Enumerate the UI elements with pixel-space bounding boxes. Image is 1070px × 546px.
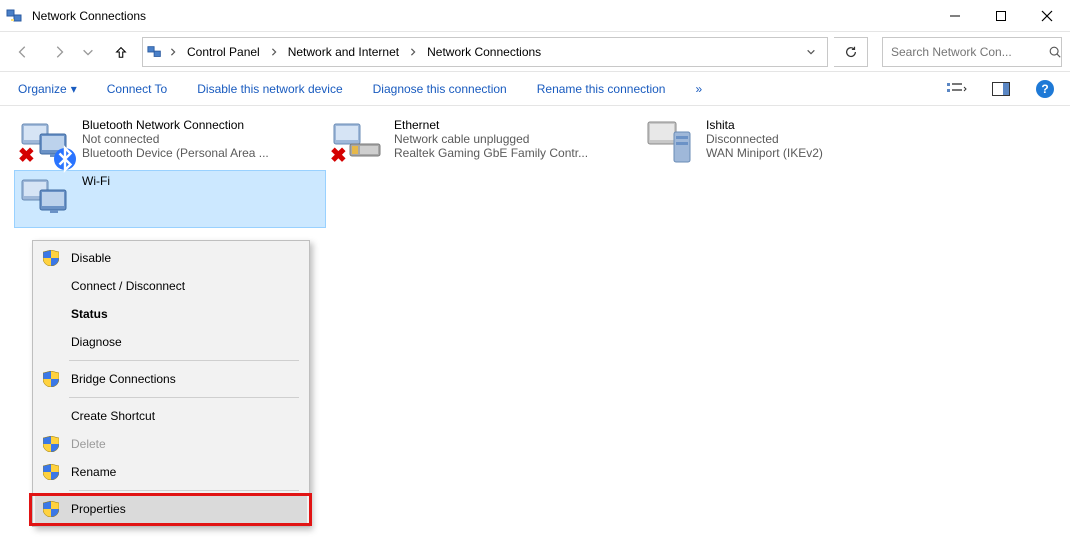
menu-item-status[interactable]: Status — [35, 300, 307, 328]
connection-status: Network cable unplugged — [394, 132, 588, 146]
help-button[interactable]: ? — [1030, 74, 1060, 104]
window-icon — [6, 7, 24, 25]
organize-menu[interactable]: Organize ▾ — [10, 78, 85, 100]
titlebar: Network Connections — [0, 0, 1070, 32]
menu-item-delete: Delete — [35, 430, 307, 458]
menu-item-diagnose[interactable]: Diagnose — [35, 328, 307, 356]
connection-item-vpn[interactable]: Ishita Disconnected WAN Miniport (IKEv2) — [638, 114, 950, 170]
maximize-button[interactable] — [978, 1, 1024, 31]
connection-item-ethernet[interactable]: ✖ Ethernet Network cable unplugged Realt… — [326, 114, 638, 170]
menu-item-shortcut[interactable]: Create Shortcut — [35, 402, 307, 430]
menu-separator — [69, 490, 299, 491]
connection-status: Disconnected — [706, 132, 823, 146]
connection-device: Bluetooth Device (Personal Area ... — [82, 146, 269, 160]
connection-name: Wi-Fi — [82, 174, 110, 188]
menu-item-disable[interactable]: Disable — [35, 244, 307, 272]
minimize-button[interactable] — [932, 1, 978, 31]
back-button[interactable] — [8, 37, 38, 67]
menu-item-connect[interactable]: Connect / Disconnect — [35, 272, 307, 300]
uac-shield-icon — [41, 371, 61, 387]
address-icon — [147, 44, 163, 60]
disable-device-button[interactable]: Disable this network device — [189, 78, 350, 100]
uac-shield-icon — [41, 250, 61, 266]
context-menu: Disable Connect / Disconnect Status Diag… — [32, 240, 310, 527]
window-title: Network Connections — [32, 9, 146, 23]
chevron-right-icon[interactable] — [407, 48, 419, 56]
network-icon — [20, 174, 72, 222]
chevron-right-icon[interactable] — [167, 48, 179, 56]
view-options-button[interactable] — [942, 74, 972, 104]
connection-item-bluetooth[interactable]: ✖ Bluetooth Network Connection Not conne… — [14, 114, 326, 170]
rename-connection-button[interactable]: Rename this connection — [529, 78, 674, 100]
uac-shield-icon — [41, 436, 61, 452]
address-dropdown[interactable] — [799, 47, 823, 57]
menu-item-bridge[interactable]: Bridge Connections — [35, 365, 307, 393]
menu-separator — [69, 397, 299, 398]
connection-name: Ethernet — [394, 118, 588, 132]
network-icon: ✖ — [332, 118, 384, 166]
connection-name: Bluetooth Network Connection — [82, 118, 269, 132]
bluetooth-icon — [54, 148, 76, 170]
network-icon — [644, 118, 696, 166]
connection-device: Realtek Gaming GbE Family Contr... — [394, 146, 588, 160]
connect-to-button[interactable]: Connect To — [99, 78, 176, 100]
search-icon[interactable] — [1048, 45, 1062, 59]
connection-item-wifi[interactable]: Wi-Fi — [14, 170, 326, 228]
breadcrumb-network-connections[interactable]: Network Connections — [423, 38, 545, 66]
chevron-right-icon[interactable] — [268, 48, 280, 56]
preview-pane-button[interactable] — [986, 74, 1016, 104]
forward-button[interactable] — [44, 37, 74, 67]
refresh-button[interactable] — [834, 37, 868, 67]
close-button[interactable] — [1024, 1, 1070, 31]
nav-bar: Control Panel Network and Internet Netwo… — [0, 32, 1070, 72]
address-bar[interactable]: Control Panel Network and Internet Netwo… — [142, 37, 828, 67]
menu-item-properties[interactable]: Properties — [35, 495, 307, 523]
menu-separator — [69, 360, 299, 361]
connection-name: Ishita — [706, 118, 823, 132]
diagnose-connection-button[interactable]: Diagnose this connection — [365, 78, 515, 100]
breadcrumb-network-internet[interactable]: Network and Internet — [284, 38, 403, 66]
window-buttons — [932, 1, 1070, 31]
command-bar: Organize ▾ Connect To Disable this netwo… — [0, 72, 1070, 106]
connection-list: ✖ Bluetooth Network Connection Not conne… — [14, 114, 1056, 228]
error-x-icon: ✖ — [330, 143, 347, 168]
overflow-button[interactable]: » — [687, 78, 710, 100]
up-button[interactable] — [106, 37, 136, 67]
search-input[interactable] — [889, 44, 1048, 60]
error-x-icon: ✖ — [18, 143, 35, 168]
uac-shield-icon — [41, 501, 61, 517]
menu-item-rename[interactable]: Rename — [35, 458, 307, 486]
connection-device: WAN Miniport (IKEv2) — [706, 146, 823, 160]
breadcrumb-control-panel[interactable]: Control Panel — [183, 38, 264, 66]
caret-down-icon: ▾ — [71, 82, 77, 96]
connection-status: Not connected — [82, 132, 269, 146]
network-icon: ✖ — [20, 118, 72, 166]
uac-shield-icon — [41, 464, 61, 480]
search-box[interactable] — [882, 37, 1062, 67]
recent-dropdown[interactable] — [80, 37, 96, 67]
content-area: ✖ Bluetooth Network Connection Not conne… — [0, 106, 1070, 236]
